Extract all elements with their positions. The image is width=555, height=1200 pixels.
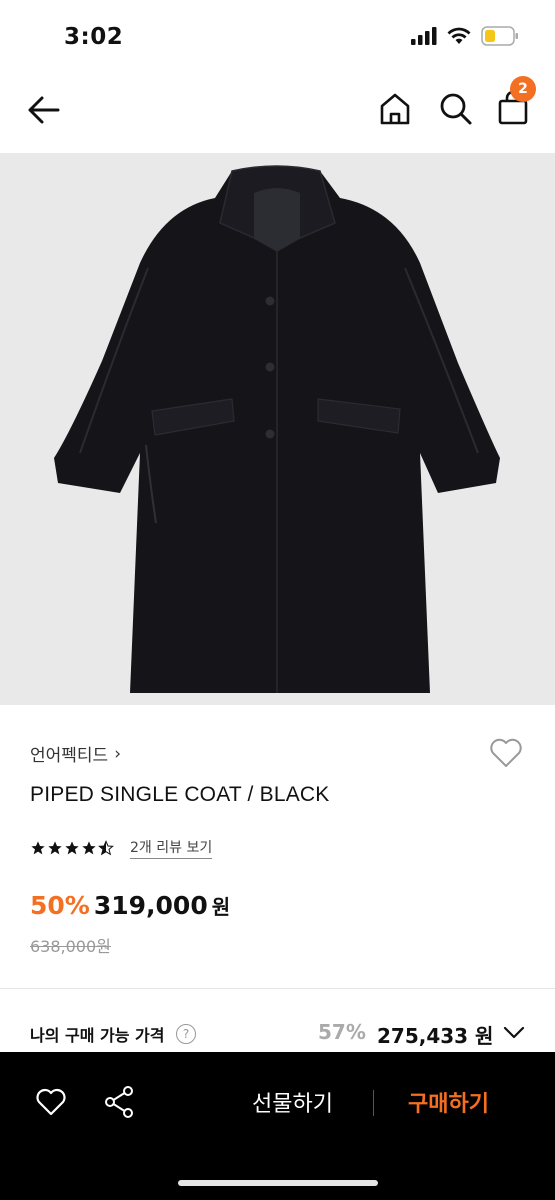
- black-coat-image: [54, 165, 500, 693]
- product-name: PIPED SINGLE COAT / BLACK: [30, 783, 330, 806]
- signal-icon: [411, 27, 437, 45]
- my-price-row[interactable]: 나의 구매 가능 가격 ? 57% 275,433 원: [0, 1010, 555, 1054]
- star-icon: [31, 841, 45, 855]
- original-price: 638,000원: [30, 937, 111, 956]
- price-unit: 원: [211, 895, 231, 919]
- status-time: 3:02: [64, 24, 124, 50]
- brand-link[interactable]: 언어펙티드 ›: [30, 741, 122, 767]
- battery-icon: [481, 26, 518, 46]
- cart-count-badge: 2: [510, 76, 536, 102]
- heart-icon[interactable]: [488, 735, 524, 771]
- sale-price: 319,000: [93, 891, 208, 920]
- product-image[interactable]: [0, 153, 555, 705]
- buy-button[interactable]: 구매하기: [408, 1086, 489, 1118]
- section-divider: [0, 988, 555, 989]
- my-discount-rate: 57%: [318, 1020, 366, 1044]
- heart-icon[interactable]: [34, 1086, 68, 1118]
- star-rating: [30, 840, 114, 856]
- my-price: 275,433 원: [377, 1024, 494, 1048]
- star-icon: [48, 841, 62, 855]
- star-icon: [82, 841, 96, 855]
- rating-row: 2개 리뷰 보기: [30, 837, 213, 859]
- share-icon[interactable]: [102, 1084, 136, 1120]
- price-row: 50% 319,000 원: [30, 891, 230, 920]
- half-star-icon: [98, 840, 114, 856]
- button-separator: [373, 1090, 374, 1116]
- search-icon[interactable]: [437, 90, 475, 128]
- help-icon[interactable]: ?: [176, 1024, 196, 1044]
- bottom-action-bar: 선물하기 구매하기: [0, 1052, 555, 1200]
- chevron-right-icon: ›: [114, 743, 122, 764]
- wifi-icon: [447, 27, 471, 44]
- status-bar: 3:02: [0, 0, 555, 72]
- my-price-label: 나의 구매 가능 가격: [30, 1026, 165, 1045]
- gift-button[interactable]: 선물하기: [252, 1086, 333, 1118]
- top-nav-bar: [0, 72, 555, 150]
- brand-name: 언어펙티드: [30, 746, 109, 766]
- star-icon: [65, 841, 79, 855]
- discount-rate: 50%: [30, 891, 90, 920]
- chevron-down-icon[interactable]: [502, 1022, 526, 1042]
- home-indicator: [178, 1180, 378, 1186]
- home-icon[interactable]: [376, 90, 414, 128]
- review-link[interactable]: 2개 리뷰 보기: [130, 837, 213, 859]
- back-arrow-icon[interactable]: [24, 92, 64, 128]
- status-icons: [411, 26, 519, 46]
